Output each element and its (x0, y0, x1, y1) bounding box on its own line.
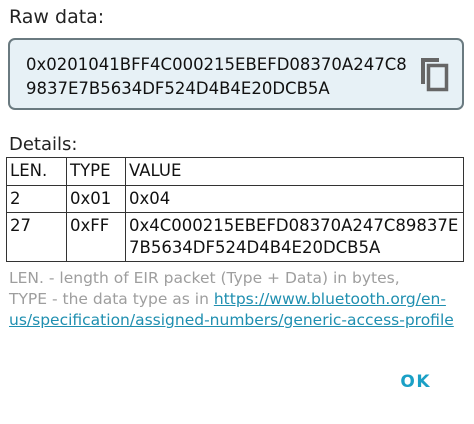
raw-data-dialog: Raw data: 0x0201041BFF4C000215EBEFD08370… (0, 0, 474, 424)
raw-data-label: Raw data: (9, 6, 105, 28)
details-label: Details: (9, 134, 78, 155)
table-row: 2 0x01 0x04 (6, 185, 464, 213)
footnote-len-line: LEN. - length of EIR packet (Type + Data… (9, 269, 400, 287)
row-len: 2 (6, 185, 67, 213)
row-type: 0x01 (66, 185, 126, 213)
footnote-type-line: TYPE - the data type as in https://www.b… (9, 289, 467, 331)
row-type: 0xFF (66, 212, 126, 262)
column-header-len: LEN. (6, 157, 67, 186)
row-value: 0x4C000215EBEFD08370A247C89837E7B5634DF5… (125, 212, 464, 262)
copy-icon (421, 58, 449, 92)
raw-data-value: 0x0201041BFF4C000215EBEFD08370A247C89837… (26, 55, 407, 98)
copy-button[interactable] (417, 56, 451, 94)
ok-button[interactable]: OK (394, 368, 437, 396)
row-value: 0x04 (125, 185, 464, 213)
row-len: 27 (6, 212, 67, 262)
column-header-value: VALUE (125, 157, 464, 186)
column-header-type: TYPE (66, 157, 126, 186)
footnote-type-prefix: TYPE - the data type as in (9, 290, 214, 308)
legend-footnote: LEN. - length of EIR packet (Type + Data… (9, 268, 467, 331)
details-table: LEN. TYPE VALUE 2 0x01 0x04 27 0xFF 0x4C… (6, 157, 464, 262)
raw-data-box: 0x0201041BFF4C000215EBEFD08370A247C89837… (8, 38, 464, 110)
table-row: 27 0xFF 0x4C000215EBEFD08370A247C89837E7… (6, 212, 464, 262)
details-header-row: LEN. TYPE VALUE (6, 157, 464, 186)
